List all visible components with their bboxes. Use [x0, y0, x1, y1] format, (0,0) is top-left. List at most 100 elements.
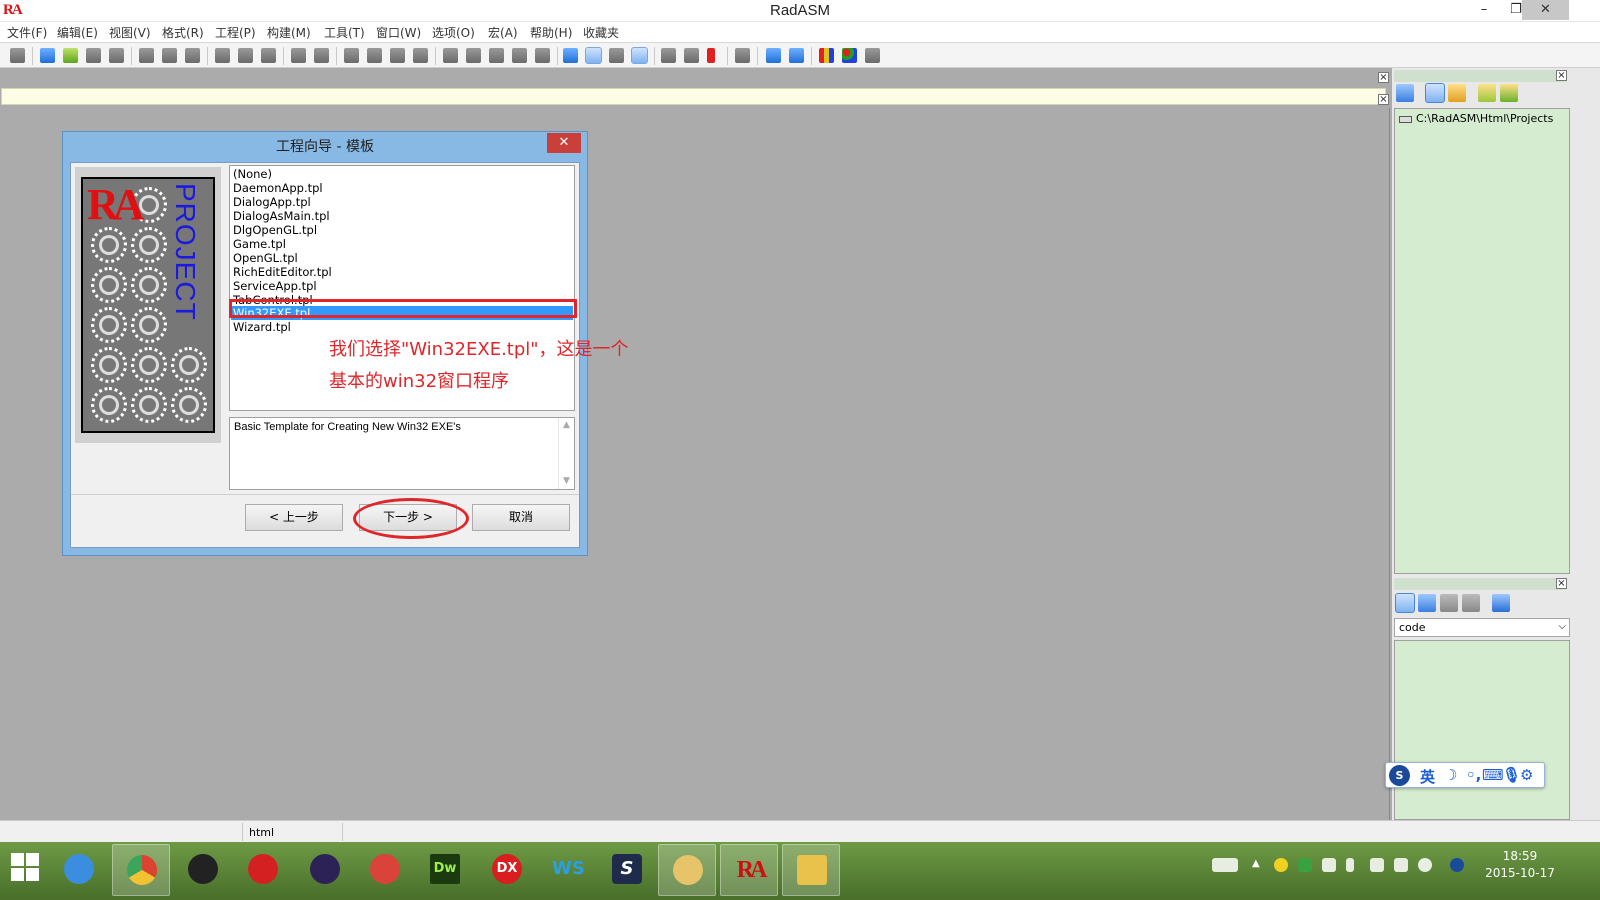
outdent-icon[interactable]: [489, 48, 504, 63]
tray-app-icon[interactable]: [1274, 858, 1288, 872]
list-item[interactable]: DlgOpenGL.tpl: [233, 223, 317, 237]
ime-lang-toggle[interactable]: 英: [1420, 766, 1435, 787]
new-file-icon[interactable]: [40, 48, 55, 63]
output-icon[interactable]: [631, 47, 648, 64]
bluetooth-icon[interactable]: [1346, 858, 1354, 872]
next-bookmark-icon[interactable]: [367, 48, 382, 63]
tree-item-path[interactable]: C:\RadASM\Html\Projects: [1399, 112, 1553, 125]
build-icon[interactable]: [684, 48, 699, 63]
prop-const-icon[interactable]: [1418, 594, 1436, 612]
save-all-icon[interactable]: [109, 48, 124, 63]
keyboard-icon[interactable]: ⌨: [1482, 766, 1504, 784]
start-icon[interactable]: [10, 852, 40, 882]
punctuation-icon[interactable]: ◦,: [1466, 766, 1481, 784]
taskbar-paint[interactable]: [658, 844, 716, 896]
palette-icon[interactable]: [842, 48, 857, 63]
copy-icon[interactable]: [162, 48, 177, 63]
taskbar-cloud-app[interactable]: [50, 844, 108, 896]
scroll-up-icon[interactable]: ▲: [563, 420, 570, 430]
wechat-icon[interactable]: [1418, 858, 1432, 872]
prop-struct-icon[interactable]: [1462, 594, 1480, 612]
taskbar-dx[interactable]: DX: [478, 844, 536, 896]
forward-folder-icon[interactable]: [1500, 84, 1518, 102]
list-item[interactable]: OpenGL.tpl: [233, 251, 298, 265]
microphone-icon[interactable]: 🎙︎: [1502, 766, 1521, 784]
refresh-icon[interactable]: [1492, 594, 1510, 612]
run-icon[interactable]: [707, 48, 715, 63]
back-folder-icon[interactable]: [1478, 84, 1496, 102]
tools-icon[interactable]: [609, 48, 624, 63]
indent-icon[interactable]: [466, 48, 481, 63]
delete-icon[interactable]: [261, 48, 276, 63]
block-icon[interactable]: [443, 48, 458, 63]
menu-window[interactable]: 窗口(W): [376, 24, 421, 41]
paste-icon[interactable]: [185, 48, 200, 63]
project-browser-icon[interactable]: [563, 48, 578, 63]
properties-panel-close-icon[interactable]: ×: [1556, 578, 1567, 589]
taskbar-explorer[interactable]: [782, 844, 840, 896]
output-bar[interactable]: [1, 88, 1386, 105]
flag-icon[interactable]: [1322, 858, 1336, 872]
taskbar-masm[interactable]: [356, 844, 414, 896]
taskbar-qq[interactable]: [174, 844, 232, 896]
list-item[interactable]: DialogAsMain.tpl: [233, 209, 330, 223]
redo-icon[interactable]: [238, 48, 253, 63]
project-panel-close-icon[interactable]: ×: [1556, 70, 1567, 81]
file-browser-icon[interactable]: [1396, 84, 1414, 102]
taskbar-ws[interactable]: WS: [538, 844, 596, 896]
project-tree[interactable]: C:\RadASM\Html\Projects: [1394, 108, 1570, 574]
undo-icon[interactable]: [215, 48, 230, 63]
keyboard-tray-icon[interactable]: [1212, 858, 1238, 872]
menu-help[interactable]: 帮助(H): [530, 24, 572, 41]
cut-icon[interactable]: [139, 48, 154, 63]
volume-icon[interactable]: [1394, 858, 1408, 872]
network-icon[interactable]: [1370, 858, 1384, 872]
toggle-icon[interactable]: [766, 48, 781, 63]
print-icon[interactable]: [10, 48, 25, 63]
shield-icon[interactable]: [1298, 858, 1312, 872]
uncomment-icon[interactable]: [535, 48, 550, 63]
color-icon[interactable]: [819, 48, 834, 63]
assemble-icon[interactable]: [661, 48, 676, 63]
calculator-icon[interactable]: [789, 48, 804, 63]
bookmark-icon[interactable]: [344, 48, 359, 63]
prop-code-icon[interactable]: [1395, 593, 1415, 613]
find-icon[interactable]: [291, 48, 306, 63]
menu-view[interactable]: 视图(V): [109, 24, 151, 41]
clear-bookmarks-icon[interactable]: [413, 48, 428, 63]
list-item[interactable]: ServiceApp.tpl: [233, 279, 317, 293]
menu-edit[interactable]: 编辑(E): [57, 24, 98, 41]
description-scrollbar[interactable]: ▲ ▼: [558, 418, 574, 489]
clock[interactable]: 18:59 2015-10-17: [1480, 848, 1560, 882]
save-icon[interactable]: [86, 48, 101, 63]
list-item[interactable]: Wizard.tpl: [233, 320, 291, 334]
tray-expand-icon[interactable]: ▲: [1252, 858, 1260, 872]
open-file-icon[interactable]: [63, 48, 78, 63]
moon-icon[interactable]: ☽: [1444, 766, 1457, 784]
menu-format[interactable]: 格式(R): [162, 24, 204, 41]
list-item[interactable]: DialogApp.tpl: [233, 195, 311, 209]
list-item[interactable]: RichEditEditor.tpl: [233, 265, 332, 279]
list-item[interactable]: (None): [233, 167, 272, 181]
go-all-icon[interactable]: [735, 48, 750, 63]
cancel-button[interactable]: 取消: [472, 504, 570, 531]
zoom-icon[interactable]: [865, 48, 880, 63]
properties-icon[interactable]: [585, 47, 602, 64]
menu-project[interactable]: 工程(P): [215, 24, 256, 41]
menu-favorites[interactable]: 收藏夹: [583, 24, 619, 41]
taskbar-app-red[interactable]: [234, 844, 292, 896]
output-close-icon[interactable]: ×: [1378, 94, 1389, 105]
back-button[interactable]: < 上一步: [245, 504, 343, 531]
prev-bookmark-icon[interactable]: [390, 48, 405, 63]
output-close-icon[interactable]: ×: [1378, 72, 1389, 83]
replace-icon[interactable]: [314, 48, 329, 63]
menu-build[interactable]: 构建(M): [267, 24, 311, 41]
taskbar-radasm[interactable]: RA: [720, 844, 778, 896]
menu-file[interactable]: 文件(F): [7, 24, 47, 41]
ime-logo-icon[interactable]: S: [1389, 765, 1410, 786]
dialog-close-button[interactable]: ✕: [547, 133, 581, 153]
project-browser-icon[interactable]: [1425, 83, 1445, 103]
taskbar-s-app[interactable]: S: [598, 844, 656, 896]
menu-macro[interactable]: 宏(A): [488, 24, 518, 41]
comment-icon[interactable]: [512, 48, 527, 63]
